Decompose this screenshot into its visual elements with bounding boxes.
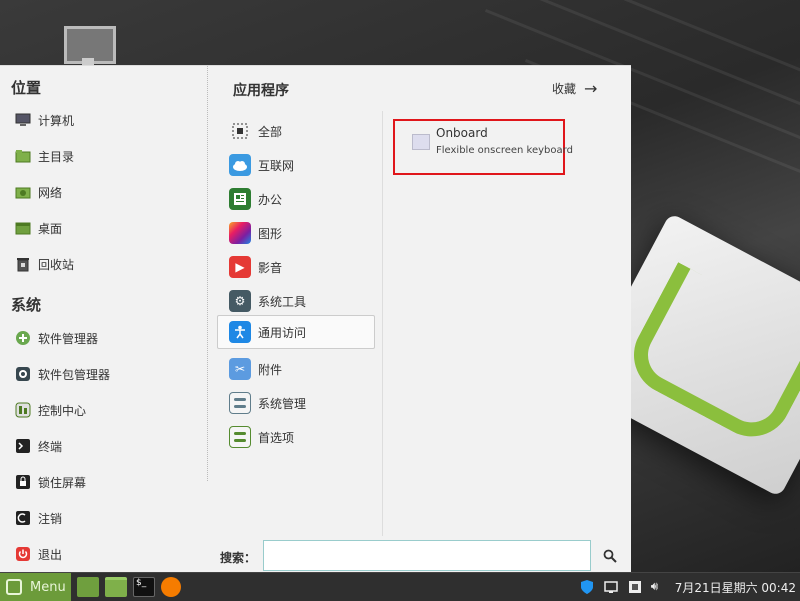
place-item-trash[interactable]: 回收站 [15, 251, 74, 277]
category-accessories[interactable]: ✂ 附件 [229, 354, 375, 384]
category-accessibility[interactable]: 通用访问 [217, 315, 375, 349]
divider [382, 111, 383, 536]
system-item-software-manager[interactable]: 软件管理器 [15, 325, 98, 351]
multimedia-play-icon: ▶ [229, 256, 251, 278]
place-item-computer[interactable]: 计算机 [15, 107, 74, 133]
system-item-lock-screen[interactable]: 锁住屏幕 [15, 469, 86, 495]
system-item-logout[interactable]: 注销 [15, 505, 62, 531]
app-description: Flexible onscreen keyboard [436, 145, 573, 156]
internet-cloud-icon [229, 154, 251, 176]
accessibility-icon [229, 321, 251, 343]
firefox-icon[interactable] [161, 577, 181, 597]
favorites-button[interactable]: 收藏 → [552, 80, 597, 97]
places-panel: 位置 计算机 主目录 网络 桌面 回收站 系统 软件管理器 软件包管理器 控制中… [0, 66, 207, 573]
system-label: 控制中心 [38, 403, 87, 418]
apps-title: 应用程序 [233, 83, 289, 99]
software-manager-icon [15, 330, 31, 346]
category-label: 影音 [258, 260, 283, 275]
place-item-network[interactable]: 网络 [15, 179, 62, 205]
network-folder-icon [15, 184, 31, 200]
notification-icon[interactable] [603, 579, 619, 595]
category-label: 办公 [258, 192, 283, 207]
menu-button[interactable]: Menu [0, 573, 71, 601]
terminal-icon [15, 438, 31, 454]
system-label: 退出 [38, 547, 63, 562]
logout-icon [15, 510, 31, 526]
place-label: 回收站 [38, 257, 75, 272]
category-label: 全部 [258, 124, 283, 139]
system-item-control-center[interactable]: 控制中心 [15, 397, 86, 423]
category-label: 首选项 [258, 430, 295, 445]
category-label: 系统管理 [258, 396, 307, 411]
app-name: Onboard [436, 126, 488, 140]
system-tray: 🔊︎ 7月21日星期六 00:42 [579, 573, 800, 601]
keyboard-app-icon [412, 134, 430, 150]
category-all[interactable]: 全部 [229, 116, 375, 146]
desktop-folder-icon [15, 220, 31, 236]
place-label: 桌面 [38, 221, 63, 236]
search-icon[interactable] [603, 549, 617, 563]
terminal-launcher-icon[interactable]: $_ [133, 577, 155, 597]
system-item-package-manager[interactable]: 软件包管理器 [15, 361, 110, 387]
system-label: 软件包管理器 [38, 367, 111, 382]
category-label: 图形 [258, 226, 283, 241]
search-label: 搜索： [220, 551, 257, 565]
system-label: 注销 [38, 511, 63, 526]
category-internet[interactable]: 互联网 [229, 150, 375, 180]
taskbar: Menu $_ 🔊︎ 7月21日星期六 00:42 [0, 572, 800, 601]
clock[interactable]: 7月21日星期六 00:42 [675, 579, 796, 596]
power-icon [15, 546, 31, 562]
category-system-tools[interactable]: ⚙ 系统工具 [229, 286, 375, 316]
menu-button-label: Menu [30, 579, 66, 595]
volume-icon[interactable]: 🔊︎ [651, 579, 667, 595]
system-label: 终端 [38, 439, 63, 454]
place-label: 主目录 [38, 149, 75, 164]
category-graphics[interactable]: 图形 [229, 218, 375, 248]
system-title: 系统 [11, 296, 42, 314]
place-item-home[interactable]: 主目录 [15, 143, 74, 169]
category-label: 互联网 [258, 158, 295, 173]
show-desktop-icon[interactable] [77, 577, 99, 597]
place-label: 网络 [38, 185, 63, 200]
category-preferences[interactable]: 首选项 [229, 422, 375, 452]
preferences-icon [229, 426, 251, 448]
system-tools-gear-icon: ⚙ [229, 290, 251, 312]
control-center-icon [15, 402, 31, 418]
category-label: 系统工具 [258, 294, 307, 309]
administration-icon [229, 392, 251, 414]
category-office[interactable]: 办公 [229, 184, 375, 214]
places-title: 位置 [11, 79, 42, 97]
system-label: 软件管理器 [38, 331, 99, 346]
application-menu: 位置 计算机 主目录 网络 桌面 回收站 系统 软件管理器 软件包管理器 控制中… [0, 65, 631, 573]
package-manager-icon [15, 366, 31, 382]
search-input[interactable] [263, 540, 591, 571]
all-apps-icon [229, 120, 251, 142]
lock-icon [15, 474, 31, 490]
category-administration[interactable]: 系统管理 [229, 388, 375, 418]
category-multimedia[interactable]: ▶ 影音 [229, 252, 375, 282]
mint-logo-icon [6, 579, 22, 595]
system-label: 锁住屏幕 [38, 475, 87, 490]
computer-icon [15, 112, 31, 128]
place-item-desktop[interactable]: 桌面 [15, 215, 62, 241]
category-label: 附件 [258, 362, 283, 377]
arrow-right-icon: → [584, 78, 598, 98]
system-item-quit[interactable]: 退出 [15, 541, 62, 567]
network-icon[interactable] [627, 579, 643, 595]
favorites-label: 收藏 [552, 82, 577, 96]
system-item-terminal[interactable]: 终端 [15, 433, 62, 459]
home-folder-icon [15, 148, 31, 164]
accessories-scissors-icon: ✂ [229, 358, 251, 380]
file-manager-icon[interactable] [105, 577, 127, 597]
divider [207, 66, 208, 481]
graphics-icon [229, 222, 251, 244]
category-label: 通用访问 [258, 325, 307, 340]
trash-icon [15, 256, 31, 272]
app-entry-onboard[interactable]: Onboard Flexible onscreen keyboard [393, 119, 573, 175]
office-icon [229, 188, 251, 210]
place-label: 计算机 [38, 113, 75, 128]
shield-update-icon[interactable] [579, 579, 595, 595]
